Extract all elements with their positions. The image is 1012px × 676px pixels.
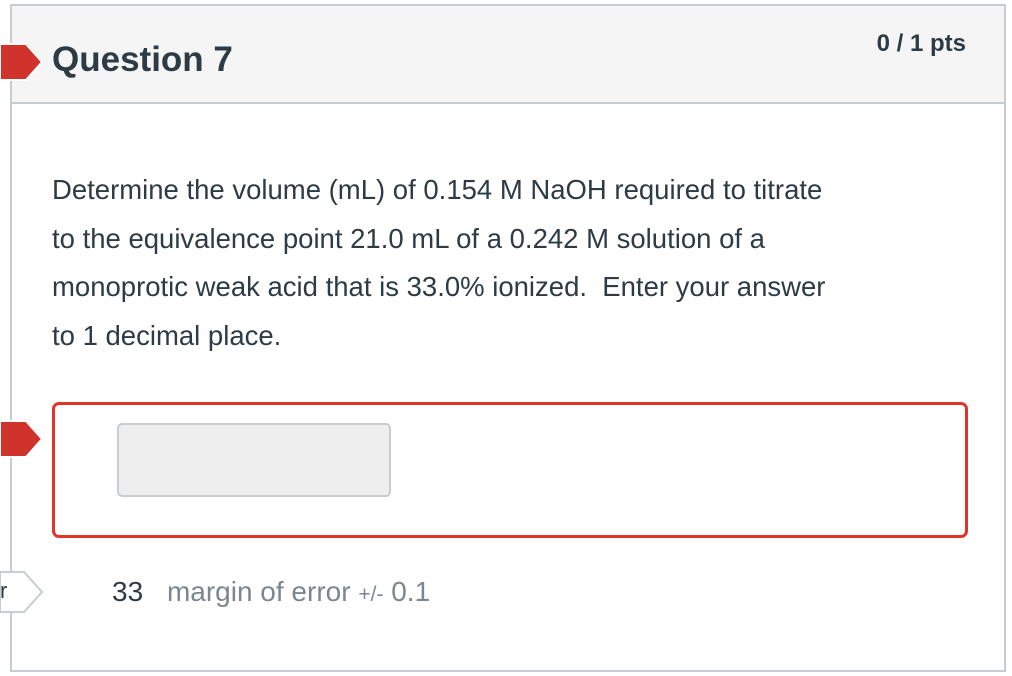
margin-of-error-symbol: +/- [358,583,384,606]
margin-of-error-label: margin of error [166,576,351,607]
quiz-page: Question 7 0 / 1 pts Determine the volum… [0,0,1012,676]
correct-answer-row: 33 margin of error +/- 0.1 [112,576,430,608]
question-text: Determine the volume (mL) of 0.154 M NaO… [52,174,826,351]
margin-of-error-value: 0.1 [391,576,431,607]
question-points: 0 / 1 pts [876,30,966,57]
answer-box-incorrect [52,402,968,538]
question-title: Question 7 [52,40,233,79]
correct-answer-flag-label: r [0,578,8,603]
correct-answer-value: 33 [112,576,144,607]
correct-answer-flag-icon: r [0,568,44,616]
question-card: Question 7 0 / 1 pts Determine the volum… [10,4,1006,672]
answer-input[interactable] [117,423,391,497]
question-header: Question 7 0 / 1 pts [12,6,1004,104]
incorrect-answer-flag-icon [0,415,44,463]
question-flag-icon [0,38,44,86]
